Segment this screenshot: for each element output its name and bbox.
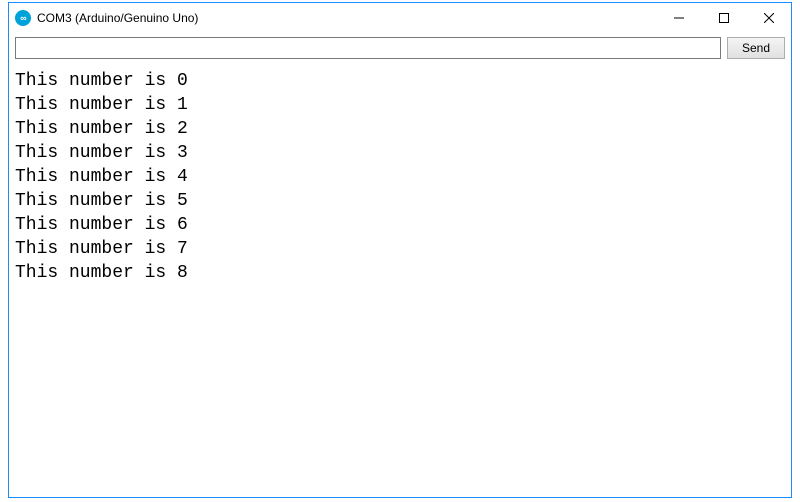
input-row: Send	[9, 33, 791, 65]
send-button[interactable]: Send	[727, 37, 785, 59]
arduino-icon: ∞	[15, 10, 31, 26]
maximize-button[interactable]	[701, 3, 746, 33]
window-controls	[656, 3, 791, 33]
serial-input[interactable]	[15, 37, 721, 59]
minimize-button[interactable]	[656, 3, 701, 33]
serial-monitor-window: ∞ COM3 (Arduino/Genuino Uno) Send This n…	[8, 2, 792, 498]
close-button[interactable]	[746, 3, 791, 33]
window-title: COM3 (Arduino/Genuino Uno)	[37, 11, 656, 25]
serial-output[interactable]: This number is 0 This number is 1 This n…	[9, 65, 791, 497]
titlebar: ∞ COM3 (Arduino/Genuino Uno)	[9, 3, 791, 33]
